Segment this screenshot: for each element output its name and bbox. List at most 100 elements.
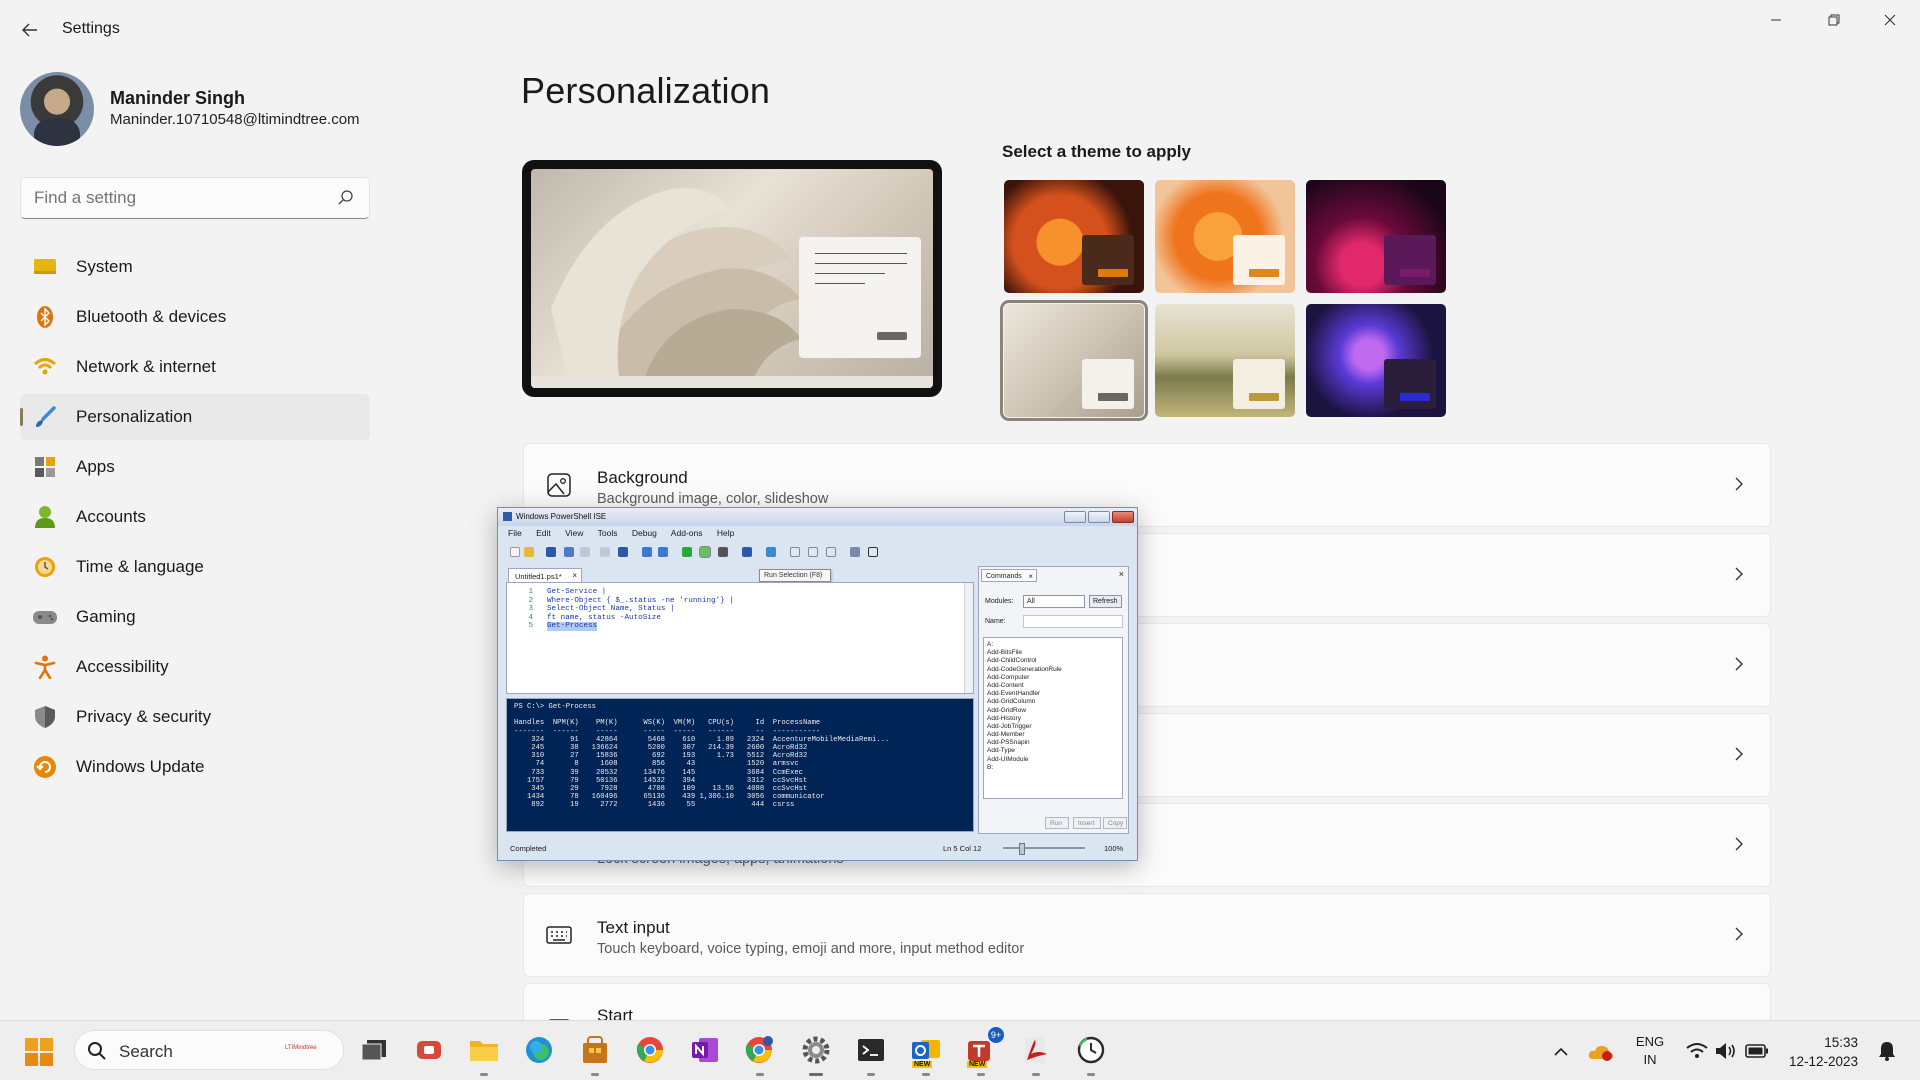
zoom-slider[interactable] — [1003, 843, 1085, 855]
name-input[interactable] — [1023, 615, 1123, 628]
list-item[interactable]: B: — [987, 764, 1122, 772]
notifications-bell-icon[interactable] — [1870, 1034, 1904, 1068]
sidebar-item-apps[interactable]: Apps — [20, 444, 370, 490]
modules-dropdown[interactable]: All — [1023, 595, 1085, 608]
list-item[interactable]: Add-Member — [987, 731, 1122, 739]
taskbar-clock[interactable]: 15:33 12-12-2023 — [1786, 1033, 1858, 1071]
editor-scrollbar[interactable] — [964, 583, 973, 693]
script-editor[interactable]: 1 Get-Service | 2 Where-Object { $_.status… — [506, 582, 974, 694]
layout-1-icon[interactable] — [790, 547, 800, 557]
minimize-button[interactable] — [1749, 4, 1803, 36]
insert-button[interactable]: Insert — [1073, 817, 1101, 829]
task-view-icon[interactable] — [357, 1033, 391, 1067]
sidebar-item-accessibility[interactable]: Accessibility — [20, 644, 370, 690]
redo-icon[interactable] — [658, 547, 668, 557]
teams-meet-icon[interactable] — [412, 1033, 446, 1067]
run-button[interactable]: Run — [1045, 817, 1069, 829]
restore-button[interactable] — [1807, 4, 1861, 36]
menu-tools[interactable]: Tools — [598, 528, 618, 538]
card-text-input[interactable]: Text input Touch keyboard, voice typing,… — [523, 893, 1771, 977]
list-item[interactable]: Add-GridRow — [987, 707, 1122, 715]
list-item[interactable]: Add-UIModule — [987, 756, 1122, 764]
menu-edit[interactable]: Edit — [536, 528, 551, 538]
new-icon[interactable] — [510, 547, 520, 557]
wifi-status-icon[interactable] — [1680, 1034, 1714, 1068]
show-hidden-icons-icon[interactable] — [1544, 1035, 1578, 1069]
acrobat-icon[interactable] — [1019, 1033, 1053, 1076]
close-tab-icon[interactable]: × — [572, 571, 577, 580]
show-commands-icon[interactable] — [868, 547, 878, 557]
ise-minimize-button[interactable] — [1064, 511, 1086, 523]
theme-option-2[interactable] — [1155, 180, 1295, 293]
close-button[interactable] — [1863, 4, 1917, 36]
sidebar-item-windows-update[interactable]: Windows Update — [20, 744, 370, 790]
list-item[interactable]: Add-ChildControl — [987, 657, 1122, 665]
menu-view[interactable]: View — [565, 528, 583, 538]
open-icon[interactable] — [524, 547, 534, 557]
edge-icon[interactable] — [522, 1033, 556, 1067]
ise-script-tab[interactable]: Untitled1.ps1* × — [508, 568, 582, 582]
sidebar-item-accounts[interactable]: Accounts — [20, 494, 370, 540]
sidebar-item-gaming[interactable]: Gaming — [20, 594, 370, 640]
commands-list[interactable]: A: Add-BitsFile Add-ChildControl Add-Cod… — [983, 637, 1123, 799]
save-icon[interactable] — [546, 547, 556, 557]
list-item[interactable]: Add-History — [987, 715, 1122, 723]
onedrive-sync-icon[interactable] — [1584, 1035, 1618, 1069]
onenote-icon[interactable] — [688, 1033, 722, 1067]
run-icon[interactable] — [682, 547, 692, 557]
clock-app-icon[interactable] — [1074, 1033, 1108, 1076]
theme-option-1[interactable] — [1004, 180, 1144, 293]
sidebar-item-personalization[interactable]: Personalization — [20, 394, 370, 440]
powershell-tab-icon[interactable] — [766, 547, 776, 557]
sidebar-item-privacy[interactable]: Privacy & security — [20, 694, 370, 740]
list-item[interactable]: Add-Type — [987, 747, 1122, 755]
menu-addons[interactable]: Add-ons — [671, 528, 703, 538]
input-language-indicator[interactable]: ENG IN — [1632, 1033, 1668, 1069]
layout-3-icon[interactable] — [826, 547, 836, 557]
sidebar-item-network[interactable]: Network & internet — [20, 344, 370, 390]
list-item[interactable]: Add-Content — [987, 682, 1122, 690]
sidebar-item-bluetooth[interactable]: Bluetooth & devices — [20, 294, 370, 340]
list-item[interactable]: A: — [987, 641, 1122, 649]
volume-icon[interactable] — [1710, 1034, 1744, 1068]
search-icon[interactable] — [337, 189, 355, 207]
list-item[interactable]: Add-GridColumn — [987, 698, 1122, 706]
undo-icon[interactable] — [642, 547, 652, 557]
settings-gear-icon[interactable] — [799, 1033, 833, 1076]
back-button[interactable] — [14, 16, 46, 44]
theme-option-3[interactable] — [1306, 180, 1446, 293]
layout-2-icon[interactable] — [808, 547, 818, 557]
list-item[interactable]: Add-Computer — [987, 674, 1122, 682]
run-selection-icon[interactable] — [699, 546, 711, 558]
copy-icon[interactable] — [580, 547, 590, 557]
store-app-icon[interactable] — [578, 1033, 612, 1076]
close-tab-icon[interactable]: × — [1028, 572, 1033, 581]
user-profile[interactable]: Maninder Singh Maninder.10710548@ltimind… — [20, 72, 380, 148]
search-input[interactable] — [21, 178, 321, 218]
battery-icon[interactable] — [1740, 1034, 1774, 1068]
paste-icon[interactable] — [600, 547, 610, 557]
stop-icon[interactable] — [718, 547, 728, 557]
list-item[interactable]: Add-BitsFile — [987, 649, 1122, 657]
copy-button[interactable]: Copy — [1103, 817, 1127, 829]
list-item[interactable] — [987, 772, 1122, 780]
menu-file[interactable]: File — [508, 528, 522, 538]
commands-tab[interactable]: Commands × — [981, 569, 1037, 582]
chrome-icon[interactable] — [633, 1033, 667, 1067]
theme-option-4[interactable] — [1000, 300, 1148, 421]
ise-restore-button[interactable] — [1088, 511, 1110, 523]
menu-debug[interactable]: Debug — [632, 528, 657, 538]
cut-icon[interactable] — [564, 547, 574, 557]
ise-close-button[interactable] — [1112, 511, 1134, 523]
terminal-icon[interactable] — [854, 1033, 888, 1076]
theme-option-6[interactable] — [1306, 304, 1446, 417]
powershell-ise-window[interactable]: Windows PowerShell ISE File Edit View To… — [497, 507, 1138, 861]
sidebar-item-time-language[interactable]: Time & language — [20, 544, 370, 590]
show-script-icon[interactable] — [850, 547, 860, 557]
list-item[interactable]: Add-CodeGenerationRule — [987, 666, 1122, 674]
menu-help[interactable]: Help — [717, 528, 734, 538]
remote-icon[interactable] — [742, 547, 752, 557]
list-item[interactable]: Add-JobTrigger — [987, 723, 1122, 731]
list-item[interactable]: Add-PSSnapin — [987, 739, 1122, 747]
console-pane[interactable]: PS C:\> Get-Process Handles NPM(K) PM(K)… — [506, 698, 974, 832]
